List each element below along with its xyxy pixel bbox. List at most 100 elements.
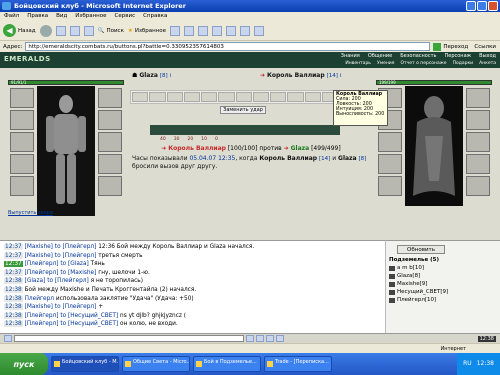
- search-button[interactable]: 🔍 Поиск: [98, 28, 124, 34]
- duel-fighter-b[interactable]: Glaza: [291, 145, 310, 152]
- nav-security[interactable]: Безопасность: [400, 53, 436, 59]
- opp-slot-ring[interactable]: [466, 110, 490, 130]
- stop-icon[interactable]: [55, 25, 66, 36]
- slot-helmet[interactable]: [10, 88, 34, 108]
- slot-weapon[interactable]: [10, 132, 34, 152]
- chat-time[interactable]: 12:37: [4, 244, 23, 250]
- attack-zone[interactable]: [287, 92, 304, 102]
- clear-icon[interactable]: [276, 335, 284, 342]
- chat-log[interactable]: 12:37 [Maxishe] to [Плейгерл] 12:36 Бой …: [0, 240, 385, 333]
- nav-character[interactable]: Персонаж: [444, 53, 471, 59]
- online-user[interactable]: Несущий_СВЕТ[9]: [389, 288, 497, 296]
- close-button[interactable]: [488, 1, 498, 11]
- nav-social[interactable]: Общение: [368, 53, 392, 59]
- links-label[interactable]: Ссылки: [474, 44, 496, 50]
- slot-armor[interactable]: [10, 154, 34, 174]
- slot-shield[interactable]: [98, 154, 122, 174]
- chat-time[interactable]: 12:38: [4, 304, 23, 311]
- attack-zone[interactable]: [201, 92, 218, 102]
- player-name[interactable]: Glaza: [139, 72, 158, 79]
- opp-slot-belt[interactable]: [378, 176, 402, 196]
- task-button[interactable]: Бой в Подземелье...: [193, 356, 261, 372]
- refresh-button[interactable]: Обновить: [397, 245, 445, 254]
- chat-author[interactable]: [Maxishe]: [25, 244, 53, 250]
- task-button[interactable]: Trade - [Переписка...: [264, 356, 332, 372]
- chat-author[interactable]: [Плейгерл]: [25, 261, 59, 267]
- opp-slot-armor[interactable]: [378, 154, 402, 174]
- menu-file[interactable]: Файл: [4, 13, 19, 21]
- nav-gifts[interactable]: Подарки: [453, 61, 474, 66]
- opp-slot-boots[interactable]: [466, 176, 490, 196]
- slot-earring[interactable]: [98, 88, 122, 108]
- smile-icon[interactable]: [256, 335, 264, 342]
- online-user[interactable]: Maxishe[9]: [389, 280, 497, 288]
- chat-author[interactable]: Плейгерл: [25, 296, 54, 302]
- nav-profile[interactable]: Анкета: [479, 61, 496, 66]
- slot-gloves[interactable]: [98, 132, 122, 152]
- start-button[interactable]: пуск: [0, 353, 48, 375]
- slot-boots[interactable]: [98, 176, 122, 196]
- address-input[interactable]: http://emeraldscity.combats.ru/buttons.p…: [25, 42, 431, 51]
- messenger-icon[interactable]: [240, 25, 251, 36]
- chat-time[interactable]: 12:38: [4, 278, 23, 285]
- attack-zone[interactable]: [235, 92, 252, 102]
- menu-favorites[interactable]: Избранное: [75, 13, 106, 21]
- chat-time[interactable]: 12:37: [4, 261, 23, 268]
- menu-help[interactable]: Справка: [143, 13, 167, 21]
- refresh-icon[interactable]: [69, 25, 80, 36]
- chat-time[interactable]: 12:38: [4, 295, 23, 302]
- edit-icon[interactable]: [212, 25, 223, 36]
- opponent-info-icon[interactable]: i: [340, 73, 342, 79]
- opp-slot-weapon[interactable]: [378, 132, 402, 152]
- research-icon[interactable]: [254, 25, 265, 36]
- chat-author[interactable]: [Плейгерл]: [25, 270, 59, 276]
- back-button[interactable]: ◀ Назад: [3, 24, 36, 37]
- nav-exit[interactable]: Выход: [479, 53, 496, 59]
- attack-zone[interactable]: [183, 92, 200, 102]
- online-user[interactable]: a m b[10]: [389, 264, 497, 272]
- nav-knowledge[interactable]: Знания: [341, 53, 360, 59]
- nav-skills[interactable]: Умения: [377, 61, 394, 66]
- chat-time[interactable]: 12:38: [4, 321, 23, 328]
- chat-author[interactable]: [Maxishe]: [25, 253, 53, 259]
- send-icon[interactable]: [246, 335, 254, 342]
- opp-slot-earring[interactable]: [466, 88, 490, 108]
- slot-amulet[interactable]: [10, 110, 34, 130]
- chat-author[interactable]: [Maxishe]: [25, 304, 53, 310]
- change-strike-button[interactable]: Заменить удар: [220, 106, 266, 114]
- slot-belt[interactable]: [10, 176, 34, 196]
- online-user[interactable]: Плейгерл[10]: [389, 296, 497, 304]
- chat-time[interactable]: 12:37: [4, 252, 23, 259]
- history-icon[interactable]: [170, 25, 181, 36]
- filter-icon[interactable]: [266, 335, 274, 342]
- player-info-icon[interactable]: i: [170, 73, 172, 79]
- menu-edit[interactable]: Правка: [27, 13, 48, 21]
- attack-zone[interactable]: [132, 92, 149, 102]
- opp-slot-shield[interactable]: [466, 154, 490, 174]
- online-user[interactable]: Glaza[8]: [389, 272, 497, 280]
- attack-zone[interactable]: [270, 92, 287, 102]
- minimize-button[interactable]: [466, 1, 476, 11]
- attack-zone[interactable]: [166, 92, 183, 102]
- mail-icon[interactable]: [184, 25, 195, 36]
- favorites-button[interactable]: ★ Избранное: [128, 28, 166, 34]
- home-icon[interactable]: [83, 25, 94, 36]
- chat-time[interactable]: 12:38: [4, 312, 23, 319]
- duel-fighter-a[interactable]: Король Валлиар: [168, 145, 226, 152]
- task-button[interactable]: Общие Света - Micro...: [122, 356, 190, 372]
- chat-time[interactable]: 12:38: [4, 286, 23, 293]
- nav-inventory[interactable]: Инвентарь: [345, 61, 371, 66]
- chat-author[interactable]: [Glaza]: [25, 278, 46, 284]
- maximize-button[interactable]: [477, 1, 487, 11]
- menu-tools[interactable]: Сервис: [115, 13, 136, 21]
- chat-author[interactable]: [Плейгерл]: [25, 313, 59, 319]
- menu-view[interactable]: Вид: [56, 13, 67, 21]
- duel-who[interactable]: Король Валлиар: [259, 155, 317, 162]
- slot-ring[interactable]: [98, 110, 122, 130]
- nav-report[interactable]: Отчет о персонаже: [400, 61, 446, 66]
- chat-icon[interactable]: [4, 335, 12, 342]
- attack-zone[interactable]: [149, 92, 166, 102]
- opponent-name[interactable]: Король Валлиар: [267, 72, 325, 79]
- opp-slot-gloves[interactable]: [466, 132, 490, 152]
- duel-other[interactable]: Glaza: [338, 155, 357, 162]
